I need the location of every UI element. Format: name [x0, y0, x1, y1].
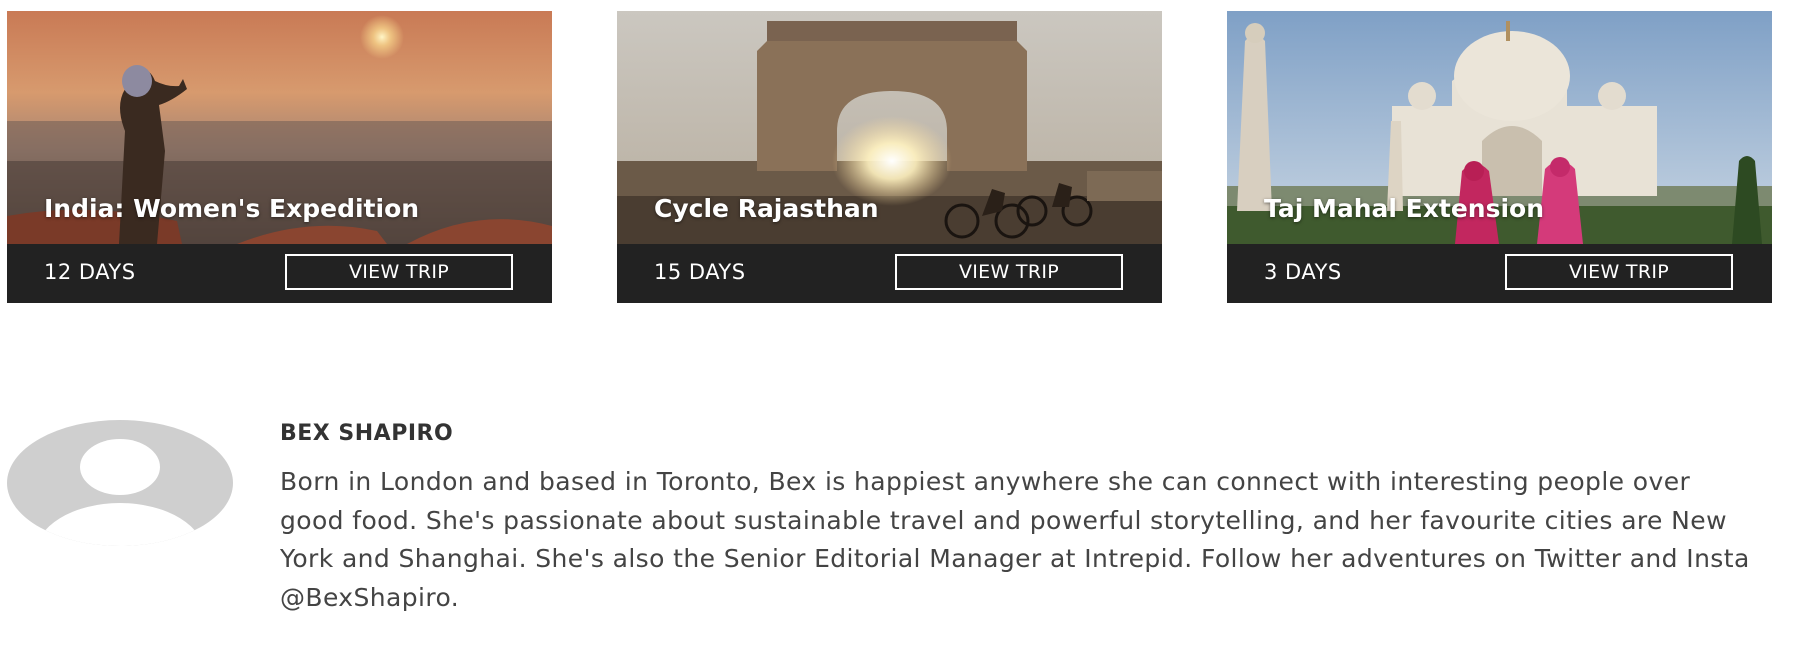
view-trip-button[interactable]: VIEW TRIP	[285, 254, 513, 290]
trip-card[interactable]: Taj Mahal Extension 3 DAYS VIEW TRIP	[1227, 11, 1772, 303]
view-trip-button[interactable]: VIEW TRIP	[895, 254, 1123, 290]
author-avatar	[7, 420, 233, 547]
trip-photo-cycle-rajasthan[interactable]: Cycle Rajasthan	[617, 11, 1162, 244]
trip-title[interactable]: Cycle Rajasthan	[654, 194, 1094, 224]
trip-duration: 3 DAYS	[1264, 260, 1342, 284]
author-name: BEX SHAPIRO	[280, 421, 454, 446]
trip-footer: 12 DAYS VIEW TRIP	[7, 244, 552, 303]
trip-footer: 15 DAYS VIEW TRIP	[617, 244, 1162, 303]
trip-title[interactable]: India: Women's Expedition	[44, 194, 484, 224]
trip-title[interactable]: Taj Mahal Extension	[1264, 194, 1704, 224]
trip-card[interactable]: India: Women's Expedition 12 DAYS VIEW T…	[7, 11, 552, 303]
trip-photo-women-expedition[interactable]: India: Women's Expedition	[7, 11, 552, 244]
trip-duration: 15 DAYS	[654, 260, 746, 284]
default-user-icon	[7, 420, 233, 546]
trip-footer: 3 DAYS VIEW TRIP	[1227, 244, 1772, 303]
trip-photo-taj-mahal[interactable]: Taj Mahal Extension	[1227, 11, 1772, 244]
author-bio: Born in London and based in Toronto, Bex…	[280, 467, 1750, 612]
trip-duration: 12 DAYS	[44, 260, 136, 284]
trip-card[interactable]: Cycle Rajasthan 15 DAYS VIEW TRIP	[617, 11, 1162, 303]
view-trip-button[interactable]: VIEW TRIP	[1505, 254, 1733, 290]
